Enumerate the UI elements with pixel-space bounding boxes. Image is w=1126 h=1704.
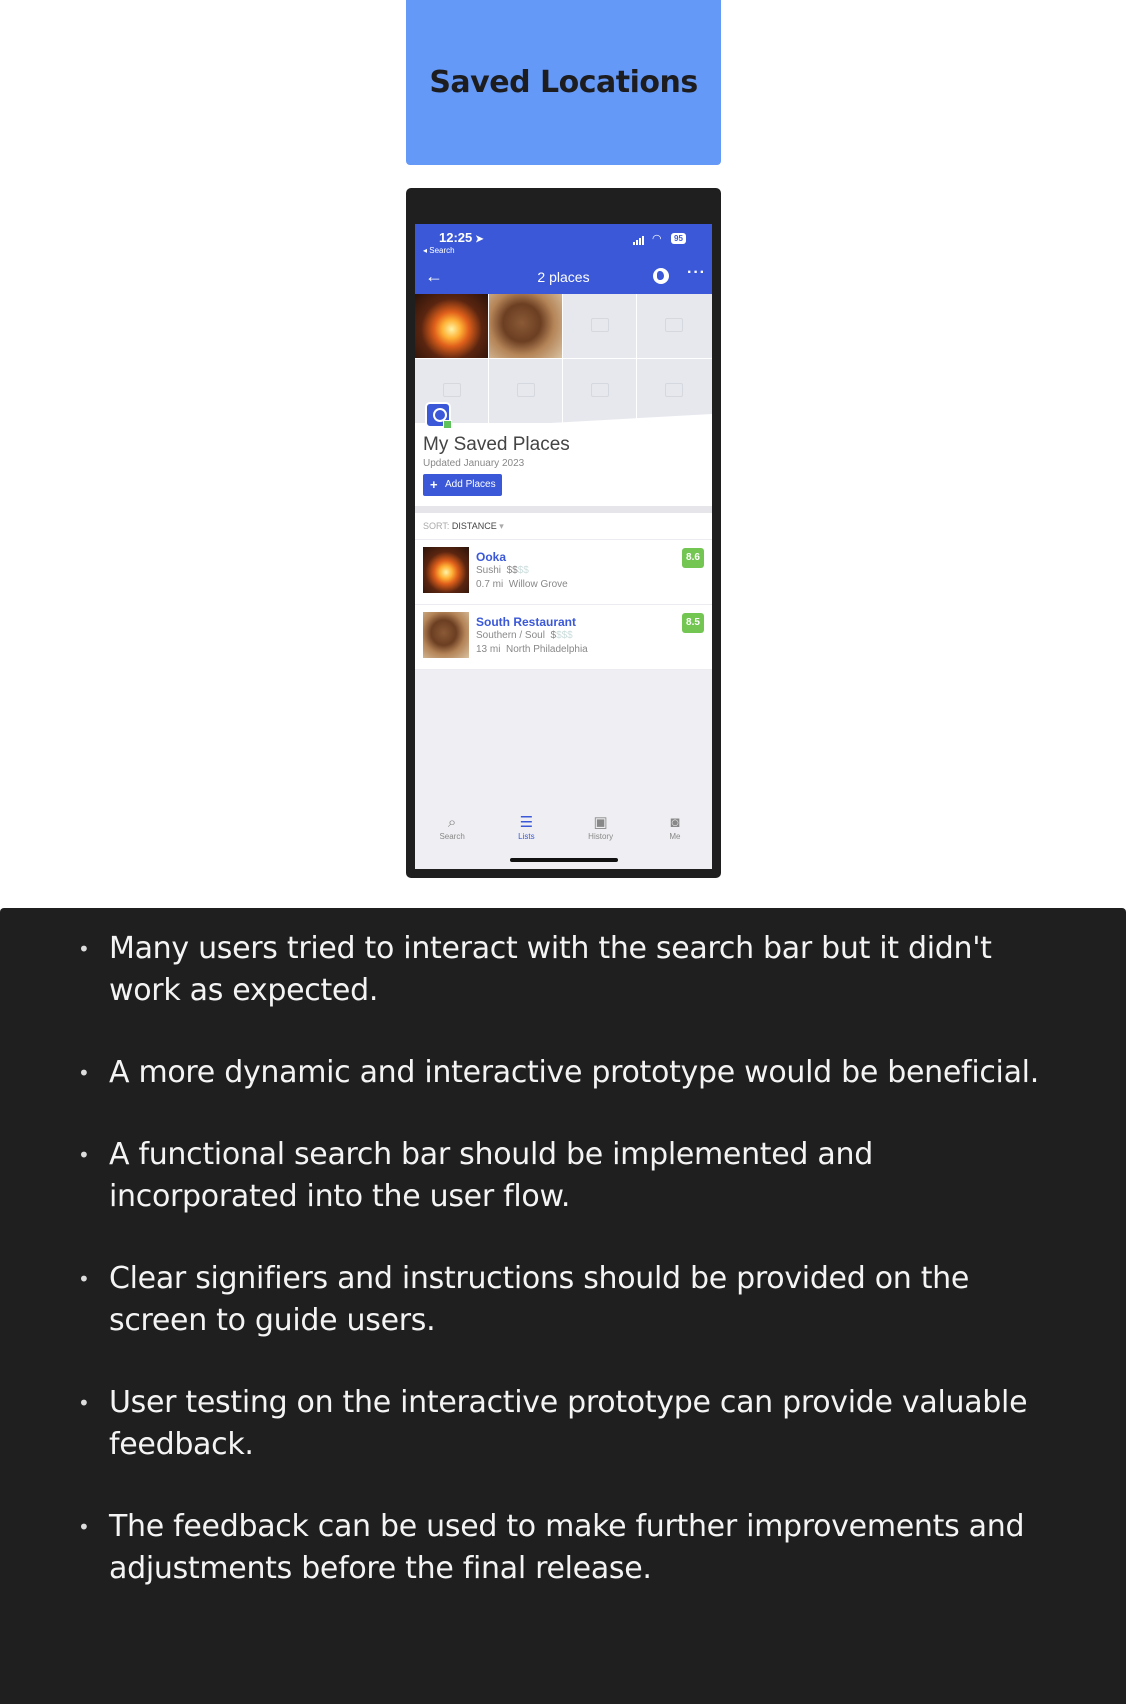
rating-badge: 8.6 xyxy=(682,548,704,568)
place-meta: Sushi $$$$ xyxy=(476,565,529,576)
photo-tile[interactable] xyxy=(489,294,562,358)
signal-icon xyxy=(633,236,644,245)
place-thumbnail xyxy=(423,612,469,658)
location-arrow-icon: ➤ xyxy=(475,234,484,245)
profile-icon: ◙ xyxy=(670,814,680,831)
list-name: My Saved Places xyxy=(423,434,570,455)
feedback-section: Many users tried to interact with the se… xyxy=(0,908,1126,1704)
feedback-item: A functional search bar should be implem… xyxy=(78,1134,1056,1218)
wifi-icon: ◠ xyxy=(652,233,662,245)
search-icon: ⌕ xyxy=(447,814,457,831)
sort-value: DISTANCE xyxy=(451,521,497,531)
photo-placeholder xyxy=(637,359,712,423)
tab-me[interactable]: ◙ Me xyxy=(638,804,712,869)
place-row[interactable]: South Restaurant Southern / Soul $$$$ 13… xyxy=(415,605,712,670)
photo-grid xyxy=(415,294,712,444)
place-name[interactable]: South Restaurant xyxy=(476,615,576,629)
photo-placeholder xyxy=(563,359,636,423)
nav-bar: ← 2 places ··· xyxy=(415,260,712,294)
feedback-item: The feedback can be used to make further… xyxy=(78,1506,1056,1590)
feedback-list: Many users tried to interact with the se… xyxy=(78,928,1056,1590)
place-thumbnail xyxy=(423,547,469,593)
phone-mockup: 12:25 ➤ ◂ Search ◠ 95 ← 2 places ··· My … xyxy=(406,188,721,878)
photo-placeholder xyxy=(563,294,636,358)
chevron-down-icon: ▾ xyxy=(499,521,504,531)
photo-tile[interactable] xyxy=(415,294,488,358)
page-title: Saved Locations xyxy=(429,65,698,100)
place-name[interactable]: Ooka xyxy=(476,550,506,564)
plus-icon: + xyxy=(430,477,438,492)
list-icon: ☰ xyxy=(519,814,534,831)
globe-icon[interactable] xyxy=(653,268,669,284)
feedback-item: A more dynamic and interactive prototype… xyxy=(78,1052,1056,1094)
place-distance: 13 mi North Philadelphia xyxy=(476,644,588,655)
rating-badge: 8.5 xyxy=(682,613,704,633)
status-bar: 12:25 ➤ ◂ Search ◠ 95 xyxy=(415,224,712,260)
title-card: Saved Locations xyxy=(406,0,721,165)
history-icon: ▣ xyxy=(593,814,608,831)
status-time: 12:25 ➤ xyxy=(439,230,484,245)
avatar[interactable] xyxy=(425,402,452,429)
home-indicator xyxy=(510,858,618,862)
place-distance: 0.7 mi Willow Grove xyxy=(476,579,568,590)
feedback-item: Many users tried to interact with the se… xyxy=(78,928,1056,1012)
photo-placeholder xyxy=(637,294,712,358)
sort-label: SORT: xyxy=(423,521,450,531)
back-to-app-link[interactable]: ◂ Search xyxy=(423,246,455,255)
feedback-item: Clear signifiers and instructions should… xyxy=(78,1258,1056,1342)
list-updated: Updated January 2023 xyxy=(423,458,525,469)
place-row[interactable]: Ooka Sushi $$$$ 0.7 mi Willow Grove 8.6 xyxy=(415,540,712,605)
more-icon[interactable]: ··· xyxy=(687,264,706,282)
sort-dropdown[interactable]: SORT: DISTANCE ▾ xyxy=(415,513,712,540)
photo-placeholder xyxy=(489,359,562,423)
add-places-button[interactable]: + Add Places xyxy=(423,474,502,496)
add-places-label: Add Places xyxy=(445,479,496,490)
place-meta: Southern / Soul $$$$ xyxy=(476,630,573,641)
feedback-item: User testing on the interactive prototyp… xyxy=(78,1382,1056,1466)
phone-screen: 12:25 ➤ ◂ Search ◠ 95 ← 2 places ··· My … xyxy=(415,224,712,869)
tab-search[interactable]: ⌕ Search xyxy=(415,804,489,869)
list-profile: My Saved Places Updated January 2023 + A… xyxy=(415,402,712,506)
battery-icon: 95 xyxy=(671,233,686,244)
section-divider xyxy=(415,506,712,513)
